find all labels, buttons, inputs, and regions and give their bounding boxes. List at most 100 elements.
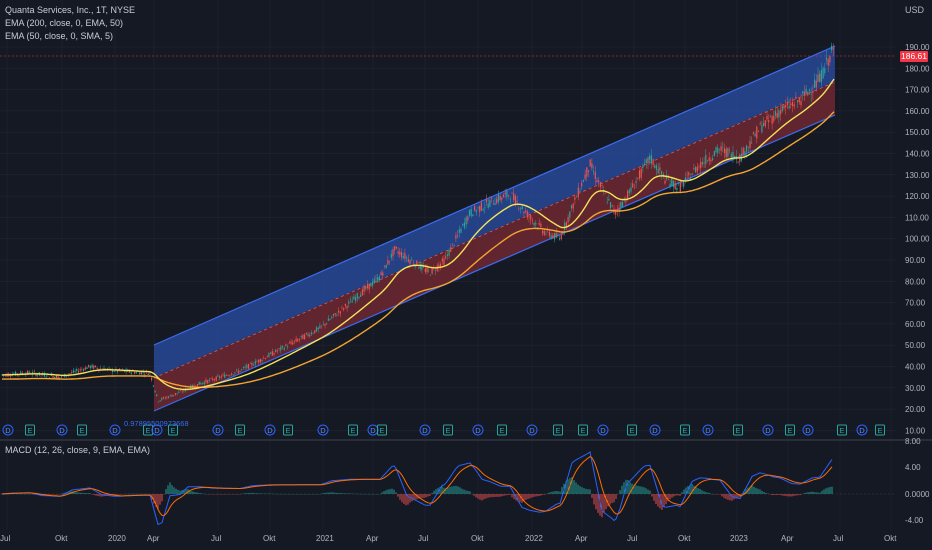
candle-body xyxy=(640,168,642,178)
candle-body xyxy=(783,105,785,109)
candle-body xyxy=(94,365,97,368)
macd-histogram-bar xyxy=(499,494,501,497)
chart-canvas[interactable]: DEDEDEDEDEDEDEDEDEDEDEEDEDEDEDEDEDE 0.97… xyxy=(0,0,932,550)
macd-histogram-bar xyxy=(403,494,405,504)
macd-histogram-bar xyxy=(79,492,81,494)
macd-histogram-bar xyxy=(333,492,335,494)
candle-body xyxy=(472,214,474,217)
price-tick-label: 140.00 xyxy=(905,150,930,159)
macd-axis[interactable]: 8.00 4.00 0.0000 -4.00 xyxy=(905,437,930,525)
candle-body xyxy=(406,257,408,259)
candle-body xyxy=(443,258,445,265)
earnings-marker-label: E xyxy=(877,426,882,435)
macd-histogram-bar xyxy=(773,494,775,496)
candle-body xyxy=(584,174,586,179)
macd-histogram-bar xyxy=(671,494,673,498)
indicator-ema-200[interactable]: EMA (200, close, 0, EMA, 50) xyxy=(5,18,123,28)
price-axis[interactable]: 190.00180.00170.00160.00150.00140.00130.… xyxy=(905,43,930,435)
candle-body xyxy=(334,313,336,315)
candle-body xyxy=(672,181,675,187)
candle-body xyxy=(96,367,98,369)
macd-histogram-bar xyxy=(425,494,427,498)
macd-histogram-bar xyxy=(95,494,97,496)
macd-histogram-bar xyxy=(675,494,677,496)
macd-histogram-bar xyxy=(449,486,451,494)
candle-body xyxy=(470,209,472,216)
macd-histogram-bar xyxy=(555,491,557,494)
macd-histogram-bar xyxy=(813,492,815,494)
macd-histogram-bar xyxy=(475,494,477,498)
candle-body xyxy=(93,365,95,369)
macd-histogram-bar xyxy=(701,490,703,494)
candle-body xyxy=(729,149,731,151)
macd-histogram-bar xyxy=(703,491,705,494)
candle-body xyxy=(553,233,556,240)
candle-body xyxy=(178,391,180,393)
candle-body xyxy=(457,235,459,236)
candle-body xyxy=(219,376,221,378)
indicator-ema-50[interactable]: EMA (50, close, 0, SMA, 5) xyxy=(5,31,113,41)
macd-histogram-bar xyxy=(809,491,811,494)
candle-body xyxy=(523,211,525,214)
macd-histogram-bar xyxy=(709,493,711,494)
candle-body xyxy=(630,187,632,192)
candle-body xyxy=(645,159,647,163)
macd-histogram-bar xyxy=(827,487,829,494)
candle-body xyxy=(74,370,76,372)
macd-histogram-bar xyxy=(799,494,801,496)
candle-body xyxy=(560,234,562,239)
candle-body xyxy=(797,100,799,103)
candle-body xyxy=(120,370,122,372)
macd-histogram-bar xyxy=(759,489,761,494)
macd-title[interactable]: MACD (12, 26, close, 9, EMA, EMA) xyxy=(5,445,150,455)
candle-body xyxy=(688,172,690,176)
candle-body xyxy=(208,379,210,381)
signal-line xyxy=(1,455,833,517)
dividend-marker-label: D xyxy=(320,426,326,435)
macd-histogram-bar xyxy=(537,494,539,497)
macd-histogram-bar xyxy=(255,493,257,494)
time-axis[interactable]: Jul Okt 2020 Apr Jul Okt 2021 Apr Jul Okt 2022 Apr J… xyxy=(0,534,897,543)
macd-histogram-bar xyxy=(553,491,555,494)
macd-histogram-bar xyxy=(705,492,707,494)
macd-histogram-bar xyxy=(201,493,203,494)
candle-body xyxy=(599,182,601,188)
macd-histogram-bar xyxy=(173,487,175,494)
candle-body xyxy=(468,210,471,216)
macd-histogram-bar xyxy=(327,492,329,494)
candle-body xyxy=(281,345,284,348)
macd-histogram-bar xyxy=(561,487,563,494)
candle-body xyxy=(254,360,256,365)
candle-body xyxy=(310,332,312,335)
macd-histogram-bar xyxy=(613,494,615,503)
candle-body xyxy=(569,211,571,218)
candle-body xyxy=(411,259,413,261)
candle-body xyxy=(497,194,499,202)
candle-body xyxy=(477,207,479,208)
candle-body xyxy=(698,166,700,168)
regression-channel[interactable] xyxy=(153,45,836,412)
candle-body xyxy=(482,209,484,211)
candle-body xyxy=(715,147,717,153)
candle-body xyxy=(76,368,78,371)
macd-histogram-bar xyxy=(641,486,643,494)
symbol-title[interactable]: Quanta Services, Inc., 1T, NYSE xyxy=(5,5,135,15)
candle-body xyxy=(424,268,426,272)
macd-histogram-bar xyxy=(795,494,797,496)
candlestick-series xyxy=(1,42,834,403)
candle-body xyxy=(331,317,333,319)
candle-body xyxy=(237,370,239,373)
macd-histogram-bar xyxy=(589,489,591,494)
candle-body xyxy=(213,379,216,380)
candle-body xyxy=(404,253,406,259)
candle-body xyxy=(608,199,610,201)
candle-body xyxy=(766,116,768,120)
candle-body xyxy=(678,182,680,184)
macd-histogram-bar xyxy=(383,491,385,494)
macd-histogram-bar xyxy=(603,494,605,513)
candle-body xyxy=(363,287,365,292)
macd-histogram-bar xyxy=(117,494,119,495)
macd-histogram-bar xyxy=(47,494,49,495)
macd-histogram-bar xyxy=(503,494,505,496)
candle-body xyxy=(574,197,576,200)
